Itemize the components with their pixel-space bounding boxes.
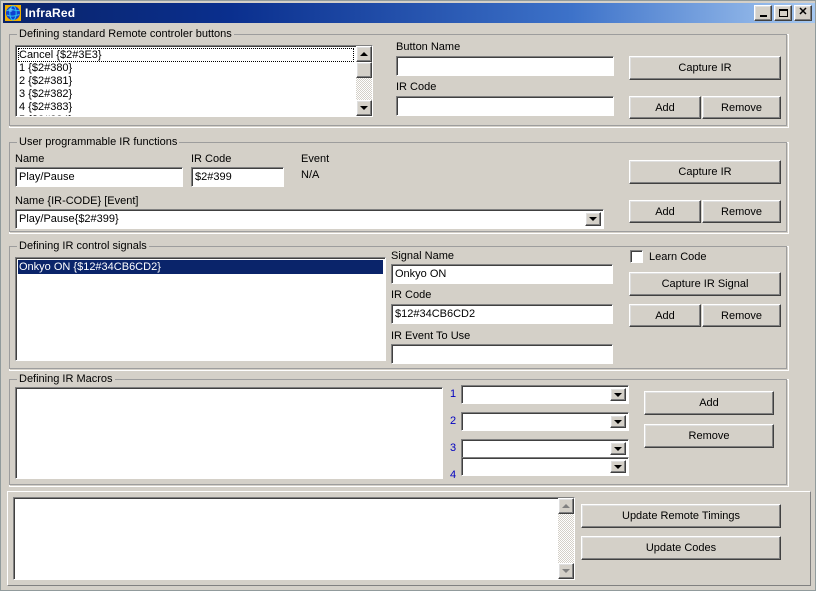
list-item[interactable]: Cancel {$2#3E3} bbox=[18, 48, 354, 62]
macro-slot-number-1: 1 bbox=[450, 388, 457, 400]
chevron-down-icon bbox=[614, 419, 622, 424]
macro-slot-combo-1[interactable] bbox=[461, 385, 629, 404]
standard-buttons-scrollbar[interactable] bbox=[356, 46, 372, 116]
scroll-track[interactable] bbox=[558, 514, 574, 563]
list-item[interactable]: 5 {$2#384} bbox=[18, 114, 354, 116]
macro-slot-combo-3[interactable] bbox=[461, 439, 629, 458]
capture-ir-button-standard[interactable]: Capture IR bbox=[629, 56, 781, 80]
learn-code-label: Learn Code bbox=[649, 250, 707, 263]
button-name-label: Button Name bbox=[396, 41, 461, 53]
control-signals-listbox[interactable]: Onkyo ON {$12#34CB6CD2} bbox=[15, 257, 386, 361]
update-remote-timings-button[interactable]: Update Remote Timings bbox=[581, 504, 781, 528]
signal-name-label: Signal Name bbox=[391, 250, 454, 262]
macro-slot-number-2: 2 bbox=[450, 415, 457, 427]
chevron-down-icon bbox=[589, 217, 597, 221]
group-ir-macros-title: Defining IR Macros bbox=[17, 373, 115, 385]
chevron-down-icon-button[interactable] bbox=[610, 460, 626, 473]
maximize-button[interactable] bbox=[774, 5, 792, 21]
function-event-label: Event bbox=[301, 153, 330, 165]
chevron-down-icon bbox=[360, 106, 368, 110]
list-item[interactable]: 4 {$2#383} bbox=[18, 101, 354, 114]
chevron-down-icon bbox=[614, 446, 622, 451]
log-memo[interactable] bbox=[13, 497, 575, 580]
chevron-down-icon bbox=[562, 569, 570, 573]
add-button-macro[interactable]: Add bbox=[644, 391, 774, 415]
group-ir-control-signals-title: Defining IR control signals bbox=[17, 240, 149, 252]
ir-code-input-standard[interactable] bbox=[396, 96, 614, 116]
scroll-down-button[interactable] bbox=[356, 100, 372, 116]
control-signals-list: Onkyo ON {$12#34CB6CD2} bbox=[18, 260, 383, 360]
checkbox-icon[interactable] bbox=[630, 250, 643, 263]
remove-button-standard[interactable]: Remove bbox=[702, 96, 781, 119]
minimize-icon bbox=[759, 15, 767, 17]
standard-buttons-listbox[interactable]: Cancel {$2#3E3} 1 {$2#380} 2 {$2#381} 3 … bbox=[15, 45, 373, 117]
chevron-up-icon bbox=[562, 504, 570, 508]
learn-code-checkbox[interactable]: Learn Code bbox=[630, 250, 707, 263]
close-button[interactable]: ✕ bbox=[794, 5, 812, 21]
macro-slot-combo-4[interactable] bbox=[461, 457, 629, 476]
function-ir-code-input[interactable]: $2#399 bbox=[191, 167, 284, 187]
scroll-thumb[interactable] bbox=[356, 62, 372, 78]
list-item[interactable]: Onkyo ON {$12#34CB6CD2} bbox=[18, 260, 383, 274]
list-item[interactable]: 3 {$2#382} bbox=[18, 88, 354, 101]
function-name-input[interactable]: Play/Pause bbox=[15, 167, 183, 187]
ir-event-to-use-label: IR Event To Use bbox=[391, 330, 471, 342]
macro-slot-number-4: 4 bbox=[450, 469, 457, 481]
ir-code-label-standard: IR Code bbox=[396, 81, 437, 93]
window-title: InfraRed bbox=[25, 6, 76, 20]
maximize-icon bbox=[778, 9, 788, 17]
chevron-up-icon bbox=[360, 52, 368, 56]
chevron-down-icon-button[interactable] bbox=[610, 442, 626, 455]
add-button-signal[interactable]: Add bbox=[629, 304, 701, 327]
macro-slot-combo-2[interactable] bbox=[461, 412, 629, 431]
add-button-standard[interactable]: Add bbox=[629, 96, 701, 119]
chevron-down-icon bbox=[614, 464, 622, 469]
window-controls: ✕ bbox=[754, 5, 812, 21]
function-combo-value: Play/Pause{$2#399} bbox=[19, 213, 119, 225]
update-codes-button[interactable]: Update Codes bbox=[581, 536, 781, 560]
scroll-up-button[interactable] bbox=[356, 46, 372, 62]
list-item[interactable]: 2 {$2#381} bbox=[18, 75, 354, 88]
function-name-label: Name bbox=[15, 153, 45, 165]
signal-name-input[interactable]: Onkyo ON bbox=[391, 264, 613, 284]
title-bar[interactable]: InfraRed ✕ bbox=[3, 3, 815, 23]
function-combo-caption: Name {IR-CODE} [Event] bbox=[15, 195, 139, 207]
signal-ir-code-input[interactable]: $12#34CB6CD2 bbox=[391, 304, 613, 324]
group-user-programmable-functions-title: User programmable IR functions bbox=[17, 136, 180, 148]
combo-dropdown-button[interactable] bbox=[585, 212, 601, 226]
group-standard-remote-buttons-title: Defining standard Remote controler butto… bbox=[17, 28, 234, 40]
signal-ir-code-label: IR Code bbox=[391, 289, 432, 301]
standard-buttons-list: Cancel {$2#3E3} 1 {$2#380} 2 {$2#381} 3 … bbox=[18, 48, 354, 116]
scroll-down-button[interactable] bbox=[558, 563, 574, 579]
add-button-function[interactable]: Add bbox=[629, 200, 701, 223]
chevron-down-icon-button[interactable] bbox=[610, 388, 626, 401]
chevron-down-icon bbox=[614, 392, 622, 397]
remove-button-macro[interactable]: Remove bbox=[644, 424, 774, 448]
macros-listbox[interactable] bbox=[15, 387, 443, 479]
log-memo-scrollbar[interactable] bbox=[558, 498, 574, 579]
function-event-value: N/A bbox=[301, 169, 320, 181]
close-icon: ✕ bbox=[798, 6, 808, 18]
list-item[interactable]: 1 {$2#380} bbox=[18, 62, 354, 75]
scroll-up-button[interactable] bbox=[558, 498, 574, 514]
chevron-down-icon-button[interactable] bbox=[610, 415, 626, 428]
macros-list bbox=[18, 390, 440, 478]
globe-icon bbox=[5, 5, 21, 21]
minimize-button[interactable] bbox=[754, 5, 772, 21]
infrared-window: InfraRed ✕ Defining standard Remote cont… bbox=[0, 0, 816, 591]
ir-event-to-use-input[interactable] bbox=[391, 344, 613, 364]
capture-ir-button-function[interactable]: Capture IR bbox=[629, 160, 781, 184]
function-combo[interactable]: Play/Pause{$2#399} bbox=[15, 209, 604, 229]
button-name-input[interactable] bbox=[396, 56, 614, 76]
function-ir-code-label: IR Code bbox=[191, 153, 232, 165]
remove-button-signal[interactable]: Remove bbox=[702, 304, 781, 327]
remove-button-function[interactable]: Remove bbox=[702, 200, 781, 223]
capture-ir-signal-button[interactable]: Capture IR Signal bbox=[629, 272, 781, 296]
macro-slot-number-3: 3 bbox=[450, 442, 457, 454]
